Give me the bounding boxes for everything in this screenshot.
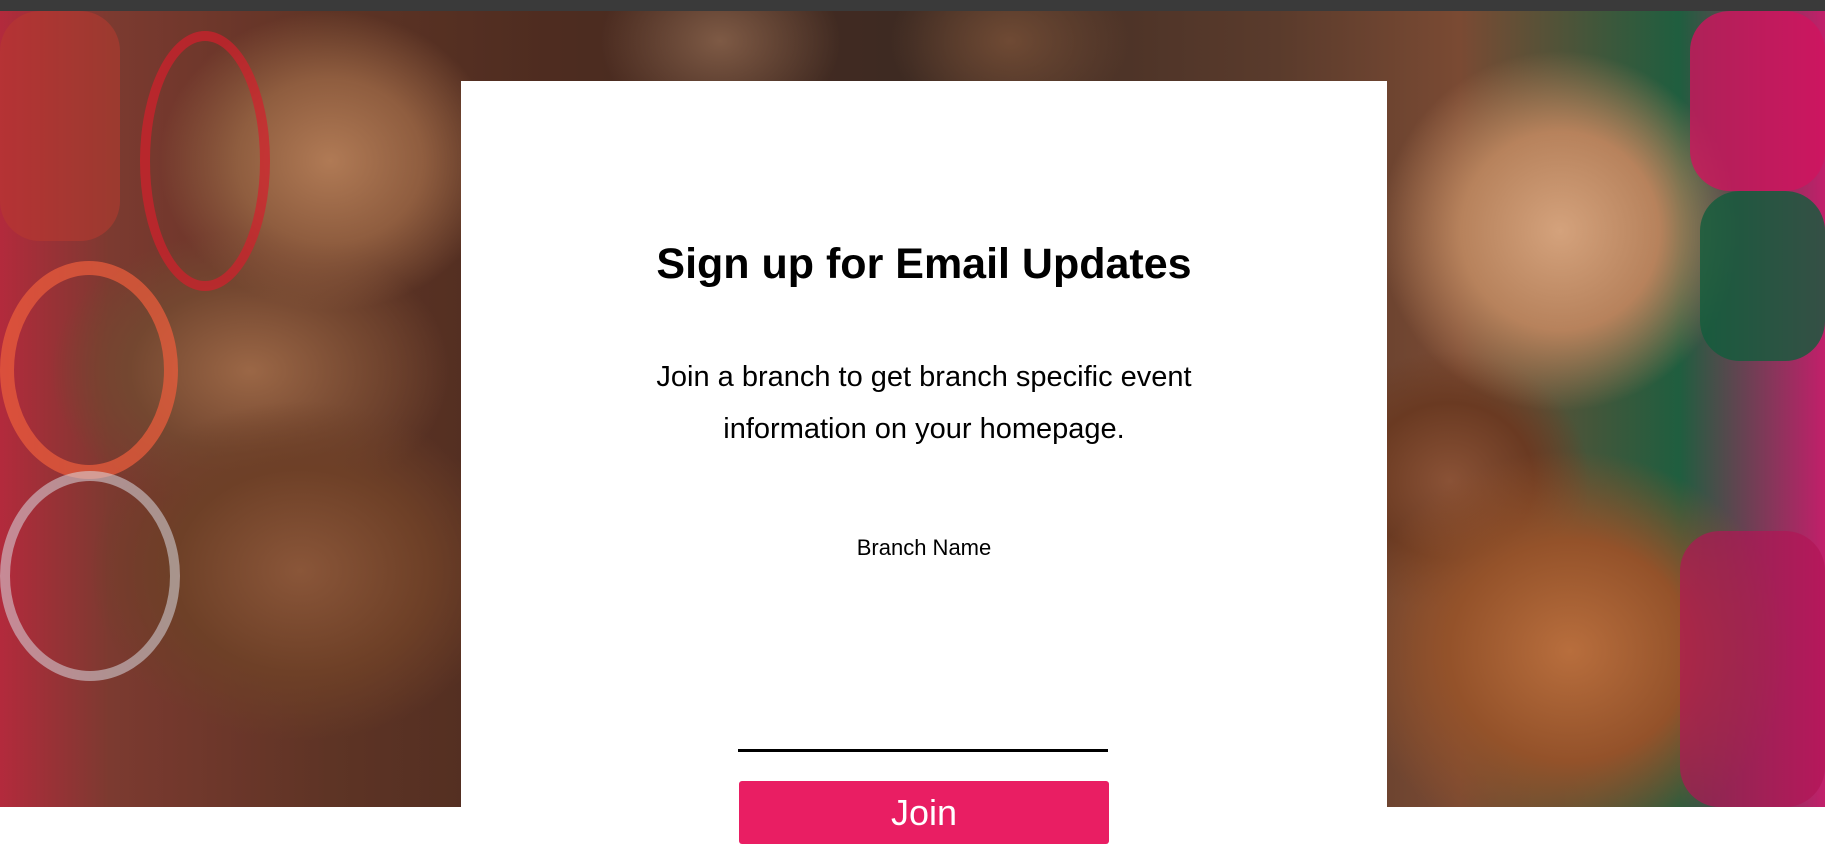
signup-title: Sign up for Email Updates <box>656 240 1192 288</box>
decorative-fabric <box>1680 531 1825 807</box>
decorative-fabric <box>0 11 120 241</box>
decorative-fabric <box>1690 11 1825 191</box>
decorative-bracelet <box>140 31 270 291</box>
signup-card: Sign up for Email Updates Join a branch … <box>461 81 1387 844</box>
branch-name-input[interactable] <box>738 709 1108 752</box>
decorative-bracelet <box>0 261 178 479</box>
signup-description: Join a branch to get branch specific eve… <box>656 361 1192 445</box>
decorative-fabric <box>1700 191 1825 361</box>
decorative-bracelet <box>0 471 180 681</box>
join-button[interactable]: Join <box>739 781 1109 844</box>
browser-top-bar <box>0 0 1825 11</box>
branch-name-label: Branch Name <box>856 535 992 560</box>
